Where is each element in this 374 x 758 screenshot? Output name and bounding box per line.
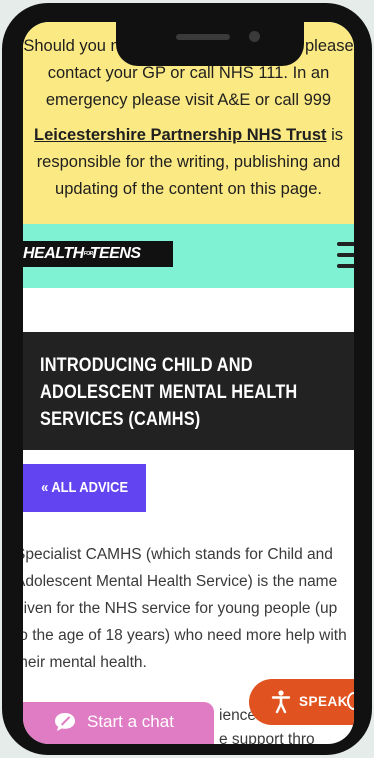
page-title: INTRODUCING CHILD AND ADOLESCENT MENTAL … <box>40 355 298 430</box>
accessibility-icon <box>271 690 291 714</box>
alert-trust-suffix: is <box>326 126 344 144</box>
spacer <box>23 288 354 332</box>
start-chat-button[interactable]: Start a chat <box>23 702 214 744</box>
alert-line: emergency please visit A&E or call 999 <box>45 91 332 109</box>
all-advice-button[interactable]: « ALL ADVICE <box>23 464 146 512</box>
speak-label: SPEAK <box>299 694 349 709</box>
speak-button[interactable]: SPEAK <box>249 679 354 725</box>
body-line: Adolescent Mental Health Service) is the… <box>23 573 338 590</box>
body-line: Specialist CAMHS (which stands for Child… <box>23 546 333 563</box>
site-header: HEALTHFORTEENS <box>23 224 354 288</box>
phone-notch <box>116 22 304 66</box>
page-title-block: INTRODUCING CHILD AND ADOLESCENT MENTAL … <box>23 332 354 450</box>
logo-text-health: HEALTH <box>23 245 84 262</box>
alert-line: responsible for the writing, publishing … <box>36 153 341 171</box>
start-chat-label: Start a chat <box>87 712 174 731</box>
speak-ring-icon <box>347 692 354 710</box>
body-line: their mental health. <box>23 654 147 671</box>
alert-line: updating of the content on this page. <box>55 180 322 198</box>
screen: Should you need urgent health advice ple… <box>23 22 354 744</box>
article-body: Specialist CAMHS (which stands for Child… <box>23 541 354 676</box>
logo-text-teens: TEENS <box>89 245 141 262</box>
body-line: given for the NHS service for young peop… <box>23 600 338 617</box>
camera-icon <box>249 31 260 42</box>
trust-link[interactable]: Leicestershire Partnership NHS Trust <box>34 126 327 144</box>
health-for-teens-logo[interactable]: HEALTHFORTEENS <box>23 241 173 267</box>
phone-frame: Should you need urgent health advice ple… <box>2 3 372 755</box>
alert-trust-line: Leicestershire Partnership NHS Trust is <box>23 122 354 149</box>
partial-line: e support thro <box>219 731 315 744</box>
hamburger-menu-icon[interactable] <box>337 242 354 268</box>
chat-bubble-icon <box>55 713 75 731</box>
all-advice-label: « ALL ADVICE <box>41 479 128 496</box>
body-line: to the age of 18 years) who need more he… <box>23 627 347 644</box>
speaker-grille <box>176 34 230 40</box>
